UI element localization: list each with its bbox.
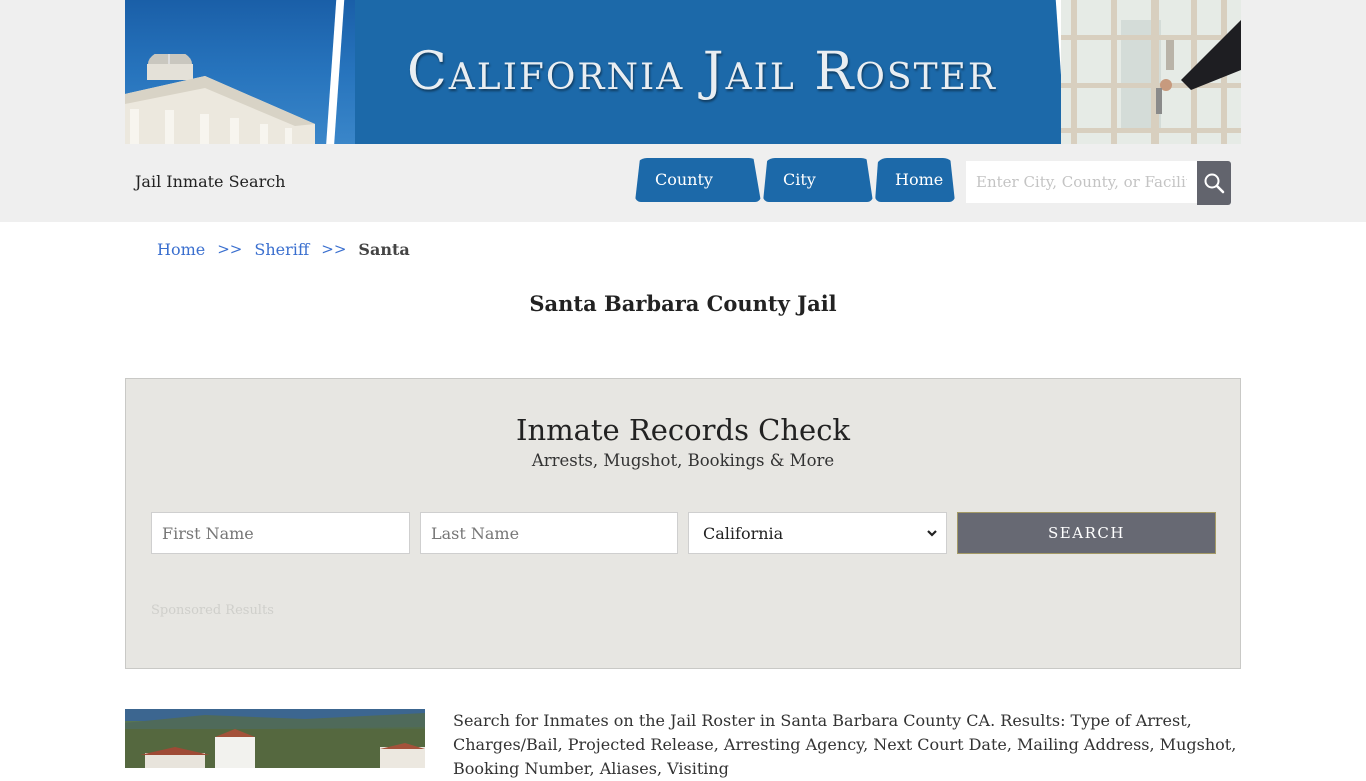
last-name-input[interactable] [420,512,678,554]
first-name-input[interactable] [151,512,410,554]
breadcrumb-separator: >> [217,240,243,258]
capitol-building-image [125,0,355,144]
nav-tab-home[interactable]: Home [875,158,955,202]
jail-description: Search for Inmates on the Jail Roster in… [453,711,1237,778]
breadcrumb: Home >> Sheriff >> Santa [157,240,410,259]
santa-barbara-city-photo [125,709,425,768]
site-search-button[interactable] [1197,161,1231,205]
state-select-value: California [703,523,784,543]
breadcrumb-home[interactable]: Home [157,240,205,259]
site-search-input[interactable] [966,161,1197,203]
city-view-illustration [125,709,425,768]
jail-cell-door-image [1061,0,1241,144]
sponsored-results-label: Sponsored Results [151,603,274,618]
capitol-illustration [125,54,315,144]
search-icon [1204,173,1225,194]
breadcrumb-current: Santa [358,240,410,259]
nav-tab-city-police[interactable]: City Police [763,158,873,202]
inmate-records-check-panel: Inmate Records Check Arrests, Mugshot, B… [125,378,1241,669]
state-select[interactable]: California [688,512,947,554]
breadcrumb-sheriff[interactable]: Sheriff [254,240,309,259]
records-search-button[interactable]: SEARCH [957,512,1216,554]
records-check-subtitle: Arrests, Mugshot, Bookings & More [531,451,835,470]
jail-door-illustration [1061,0,1241,144]
breadcrumb-separator: >> [321,240,347,258]
header: California Jail Roster Jail Inmate Searc… [0,0,1366,222]
site-banner[interactable]: California Jail Roster [125,0,1241,144]
nav-tab-county-jails[interactable]: County Jails [635,158,761,202]
banner-title: California Jail Roster [407,42,997,102]
records-check-title: Inmate Records Check [515,413,851,447]
main-nav: County Jails City Police Home [635,158,957,202]
site-search [966,161,1231,205]
site-label: Jail Inmate Search [135,172,286,191]
chevron-down-icon [927,530,937,537]
page-title: Santa Barbara County Jail [529,291,837,316]
